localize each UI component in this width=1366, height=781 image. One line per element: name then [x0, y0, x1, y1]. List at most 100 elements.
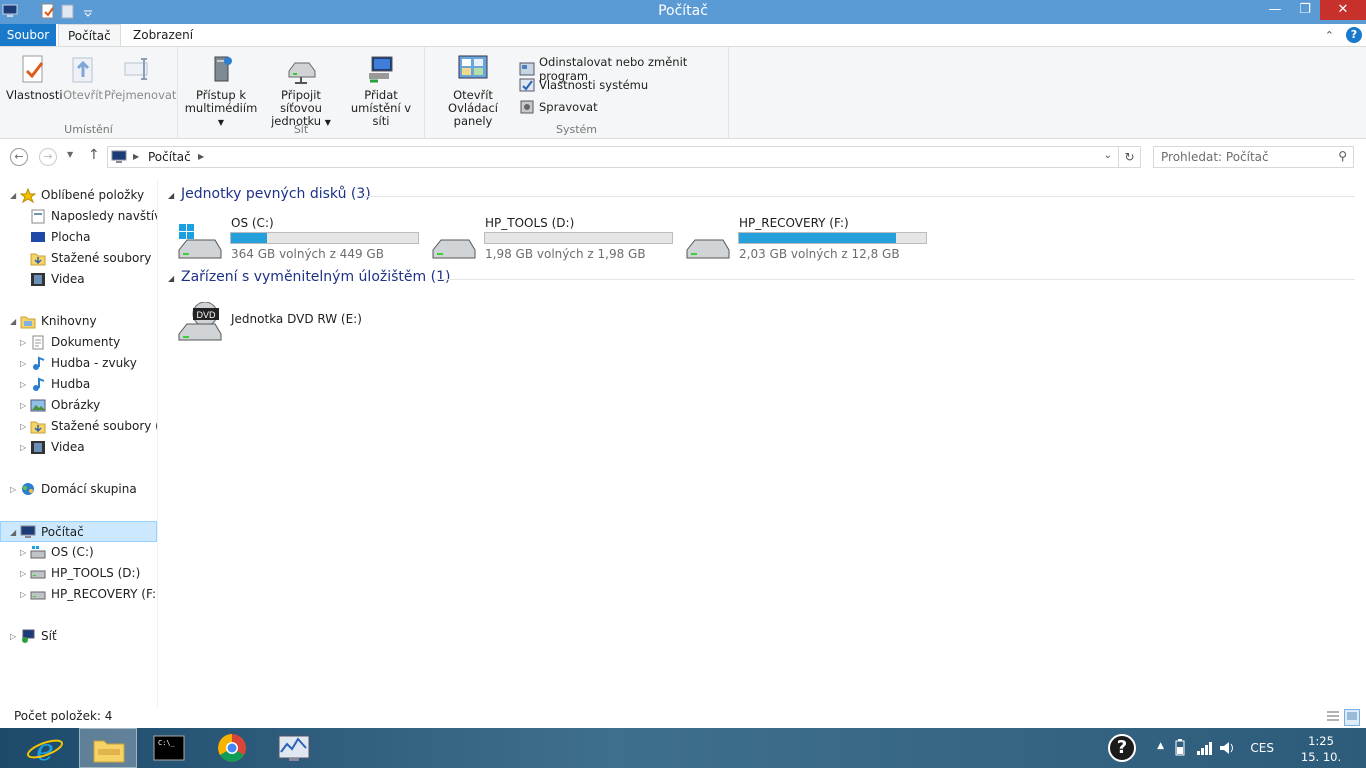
volume-icon[interactable] — [1218, 739, 1236, 760]
drive-tile-dvd[interactable]: DVD Jednotka DVD RW (E:) — [165, 294, 419, 342]
nav-drive-f[interactable]: ▷ HP_RECOVERY (F:) — [0, 584, 157, 605]
nav-libraries[interactable]: ◢ Knihovny — [0, 311, 157, 332]
computer-icon — [20, 525, 36, 540]
properties-button[interactable]: Vlastnosti — [6, 53, 63, 102]
rename-button[interactable]: Přejmenovat — [104, 53, 176, 102]
recent-places-icon — [30, 209, 46, 224]
video-icon — [30, 440, 46, 455]
tab-computer[interactable]: Počítač — [58, 24, 121, 46]
system-properties-button[interactable]: Vlastnosti systému — [519, 77, 648, 93]
group-system: Otevřít Ovládací panely Odinstalovat neb… — [425, 47, 729, 139]
close-button[interactable]: ✕ — [1320, 0, 1366, 20]
svg-text:e: e — [36, 733, 54, 768]
nav-favorites[interactable]: ◢ Oblíbené položky — [0, 185, 157, 206]
search-icon: ⚲ — [1338, 149, 1347, 163]
drive-usage-bar — [230, 232, 419, 244]
downloads-folder-icon — [30, 419, 46, 434]
music-icon — [30, 356, 46, 371]
system-drive-icon — [30, 545, 46, 560]
up-arrow-icon[interactable]: ↑ — [88, 147, 100, 163]
open-icon — [67, 53, 99, 85]
svg-text:DVD: DVD — [196, 310, 216, 320]
nav-recent[interactable]: Naposledy navštívené — [0, 206, 157, 227]
homegroup-icon — [20, 482, 36, 497]
drive-tile-f[interactable]: HP_RECOVERY (F:) 2,03 GB volných z 12,8 … — [673, 214, 927, 262]
nav-music-sounds[interactable]: ▷ Hudba - zvuky — [0, 353, 157, 374]
minimize-button[interactable]: — — [1260, 0, 1290, 20]
open-button[interactable]: Otevřít — [62, 53, 104, 102]
tab-file[interactable]: Soubor — [0, 24, 56, 46]
performance-monitor-icon[interactable] — [265, 728, 323, 768]
group-label-location: Umístění — [64, 123, 113, 136]
add-network-location-button[interactable]: Přidat umístění v síti — [342, 53, 420, 128]
chevron-up-icon[interactable]: ⌃ — [1325, 29, 1334, 42]
dvd-drive-icon: DVD — [175, 301, 223, 342]
music-icon — [30, 377, 46, 392]
window-title: Počítač — [658, 3, 708, 19]
drive-tile-d[interactable]: HP_TOOLS (D:) 1,98 GB volných z 1,98 GB — [419, 214, 673, 262]
input-language[interactable]: CES — [1250, 741, 1274, 755]
recent-locations-icon[interactable]: ▼ — [67, 150, 73, 159]
open-control-panel-button[interactable]: Otevřít Ovládací panely — [429, 53, 517, 128]
group-network: Přístup k multimédiím ▼ Připojit síťovou… — [178, 47, 425, 139]
nav-videos[interactable]: Videa — [0, 269, 157, 290]
drive-usage-bar — [484, 232, 673, 244]
nav-homegroup[interactable]: ▷ Domácí skupina — [0, 479, 157, 500]
search-input[interactable]: Prohledat: Počítač ⚲ — [1153, 146, 1354, 168]
chrome-icon[interactable] — [203, 728, 261, 768]
back-button[interactable]: ← — [10, 148, 28, 166]
taskbar: e C:\_ ? ▲ CES 1:25 15. 10. 2014 — [0, 728, 1366, 780]
downloads-folder-icon — [30, 251, 46, 266]
section-removable[interactable]: ◢ Zařízení s vyměnitelným úložištěm (1) — [165, 269, 1355, 289]
manage-icon — [519, 99, 535, 115]
libraries-icon — [20, 314, 36, 329]
chevron-right-icon[interactable]: ▶ — [198, 152, 204, 161]
chevron-right-icon[interactable]: ▶ — [133, 152, 139, 161]
nav-downloads[interactable]: Stažené soubory — [0, 248, 157, 269]
drive-icon — [429, 222, 477, 262]
command-prompt-icon[interactable]: C:\_ — [140, 728, 198, 768]
address-dropdown-icon[interactable]: ⌄ — [1104, 150, 1112, 161]
control-panel-icon — [457, 53, 489, 85]
breadcrumb[interactable]: Počítač — [148, 150, 191, 164]
media-server-icon — [205, 53, 237, 85]
wifi-signal-icon[interactable] — [1196, 740, 1214, 759]
drive-tile-c[interactable]: OS (C:) 364 GB volných z 449 GB — [165, 214, 419, 262]
file-explorer-icon[interactable] — [79, 728, 137, 768]
nav-videos-2[interactable]: ▷ Videa — [0, 437, 157, 458]
internet-explorer-icon[interactable]: e — [16, 728, 74, 768]
network-location-icon — [365, 53, 397, 85]
manage-button[interactable]: Spravovat — [519, 99, 598, 115]
nav-music[interactable]: ▷ Hudba — [0, 374, 157, 395]
nav-network[interactable]: ▷ Síť — [0, 626, 157, 647]
group-label-network: Síť — [293, 123, 309, 136]
details-view-icon[interactable] — [1326, 710, 1340, 725]
nav-drive-d[interactable]: ▷ HP_TOOLS (D:) — [0, 563, 157, 584]
help-icon[interactable]: ? — [1346, 27, 1362, 43]
forward-button[interactable]: → — [39, 148, 57, 166]
nav-documents[interactable]: ▷ Dokumenty — [0, 332, 157, 353]
tab-view[interactable]: Zobrazení — [124, 24, 202, 46]
media-access-button[interactable]: Přístup k multimédiím ▼ — [182, 53, 260, 129]
drive-usage-bar — [738, 232, 927, 244]
map-network-drive-button[interactable]: Připojit síťovou jednotku ▼ — [260, 53, 342, 129]
address-box[interactable]: ▶ Počítač ▶ ⌄ ↻ — [107, 146, 1141, 168]
drive-icon — [30, 566, 46, 581]
clock[interactable]: 1:25 15. 10. 2014 — [1288, 733, 1354, 781]
group-location: Vlastnosti Otevřít Přejmenovat Umístění — [0, 47, 178, 139]
nav-desktop[interactable]: Plocha — [0, 227, 157, 248]
nav-pictures[interactable]: ▷ Obrázky — [0, 395, 157, 416]
battery-icon[interactable] — [1172, 739, 1188, 760]
section-hard-drives[interactable]: ◢ Jednotky pevných disků (3) — [165, 186, 1355, 206]
group-label-system: Systém — [555, 123, 598, 136]
large-icons-view-icon[interactable] — [1344, 709, 1360, 726]
chevron-up-icon[interactable]: ▲ — [1157, 741, 1164, 751]
help-icon[interactable]: ? — [1108, 734, 1136, 762]
system-drive-icon — [175, 222, 223, 262]
refresh-icon[interactable]: ↻ — [1118, 147, 1140, 167]
nav-computer[interactable]: ◢ Počítač — [0, 521, 157, 542]
maximize-button[interactable]: ❐ — [1290, 0, 1320, 20]
nav-drive-c[interactable]: ▷ OS (C:) — [0, 542, 157, 563]
nav-downloads-2[interactable]: ▷ Stažené soubory (2) — [0, 416, 157, 437]
item-count: Počet položek: 4 — [14, 709, 113, 723]
